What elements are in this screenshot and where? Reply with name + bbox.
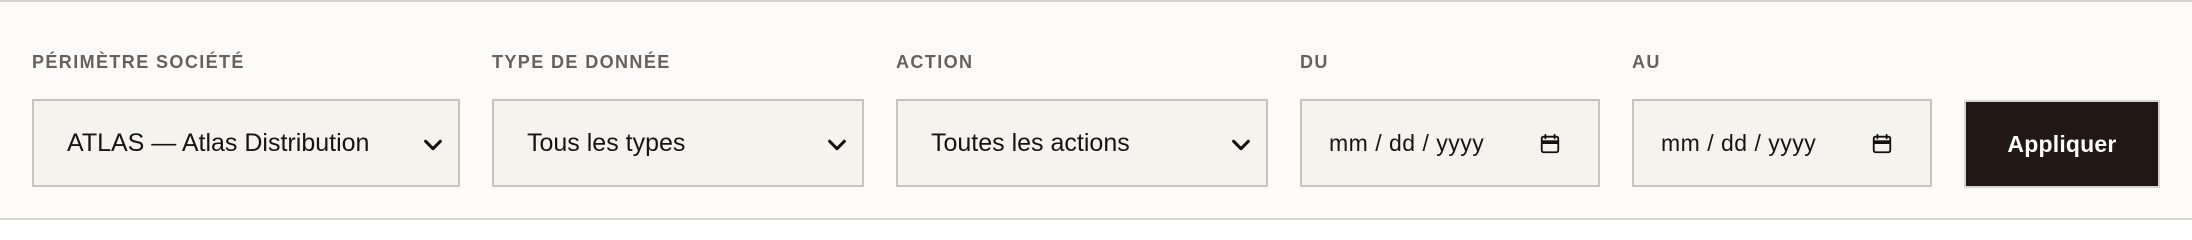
action-value: Toutes les actions: [931, 129, 1130, 157]
company-scope-select[interactable]: ATLAS — Atlas Distribution: [32, 99, 460, 187]
chevron-down-icon: [1232, 139, 1250, 151]
calendar-icon[interactable]: [1539, 133, 1561, 155]
date-from-value: mm / dd / yyyy: [1329, 130, 1485, 156]
date-from-label: DU: [1300, 52, 1329, 72]
date-to-value: mm / dd / yyyy: [1661, 130, 1817, 156]
apply-button[interactable]: Appliquer: [1964, 100, 2160, 188]
company-scope-label: PÉRIMÈTRE SOCIÉTÉ: [32, 52, 245, 72]
data-type-value: Tous les types: [527, 129, 686, 157]
filter-panel: PÉRIMÈTRE SOCIÉTÉ ATLAS — Atlas Distribu…: [0, 0, 2192, 220]
data-type-label: TYPE DE DONNÉE: [492, 52, 671, 72]
action-label: ACTION: [896, 52, 974, 72]
date-to-input[interactable]: mm / dd / yyyy: [1632, 99, 1932, 187]
date-to-label: AU: [1632, 52, 1661, 72]
date-from-input[interactable]: mm / dd / yyyy: [1300, 99, 1600, 187]
data-type-select[interactable]: Tous les types: [492, 99, 864, 187]
company-scope-value: ATLAS — Atlas Distribution: [67, 129, 370, 157]
chevron-down-icon: [828, 139, 846, 151]
calendar-icon[interactable]: [1871, 133, 1893, 155]
action-select[interactable]: Toutes les actions: [896, 99, 1268, 187]
chevron-down-icon: [424, 139, 442, 151]
